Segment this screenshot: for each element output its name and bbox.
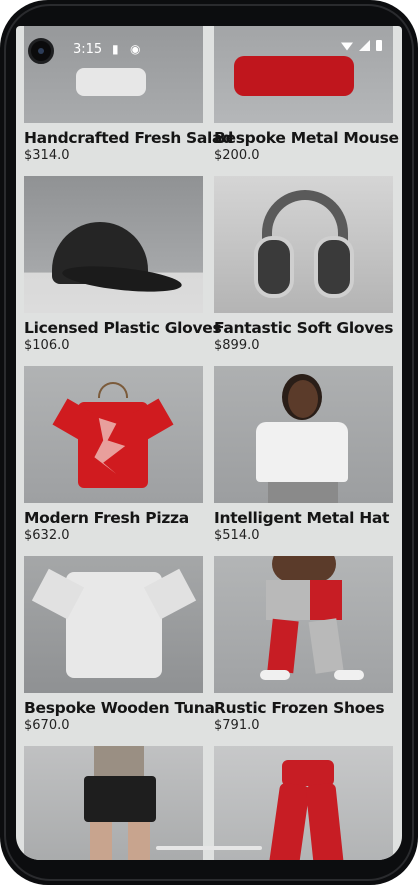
product-price: $670.0 [24, 718, 70, 733]
product-image-joggers[interactable] [214, 556, 393, 693]
product-card[interactable]: Modern Fresh Pizza $632.0 [24, 366, 203, 543]
privacy-eye-icon: ◉ [130, 42, 141, 56]
wifi-icon [341, 42, 353, 51]
product-price: $200.0 [214, 148, 260, 163]
product-price: $632.0 [24, 528, 70, 543]
home-indicator[interactable] [156, 846, 262, 850]
product-name[interactable]: Fantastic Soft Gloves [214, 319, 393, 337]
product-price: $899.0 [214, 338, 260, 353]
signal-icon [359, 40, 370, 51]
product-price: $791.0 [214, 718, 260, 733]
status-time: 3:15 [73, 42, 103, 57]
product-price: $106.0 [24, 338, 70, 353]
product-card[interactable]: Rustic Frozen Shoes $791.0 [214, 556, 393, 733]
product-image-red-tshirt[interactable] [24, 366, 203, 503]
product-card[interactable]: Licensed Plastic Gloves $106.0 [24, 176, 222, 353]
product-price: $514.0 [214, 528, 260, 543]
product-card[interactable] [214, 746, 393, 860]
product-card[interactable]: Bespoke Wooden Tuna $670.0 [24, 556, 215, 733]
product-name[interactable]: Licensed Plastic Gloves [24, 319, 222, 337]
app-screen[interactable]: Handcrafted Fresh Salad $314.0 Bespoke M… [16, 26, 402, 860]
status-icons [341, 40, 382, 51]
status-bar: 3:15 ▮ ◉ [16, 30, 402, 70]
product-image-white-tshirt[interactable] [24, 556, 203, 693]
product-image-model-hat[interactable] [214, 366, 393, 503]
product-card[interactable] [24, 746, 203, 860]
product-name[interactable]: Handcrafted Fresh Salad [24, 129, 233, 147]
product-image-shorts[interactable] [24, 746, 203, 860]
product-card[interactable]: Intelligent Metal Hat $514.0 [214, 366, 393, 543]
sd-card-icon: ▮ [112, 42, 119, 56]
product-name[interactable]: Bespoke Wooden Tuna [24, 699, 215, 717]
product-card[interactable]: Fantastic Soft Gloves $899.0 [214, 176, 393, 353]
battery-icon [376, 40, 382, 51]
product-name[interactable]: Intelligent Metal Hat [214, 509, 393, 527]
product-image-cap[interactable] [24, 176, 203, 313]
product-image-headphones[interactable] [214, 176, 393, 313]
product-price: $314.0 [24, 148, 70, 163]
front-camera [28, 38, 54, 64]
product-name[interactable]: Bespoke Metal Mouse [214, 129, 399, 147]
product-name[interactable]: Rustic Frozen Shoes [214, 699, 393, 717]
product-image-red-joggers[interactable] [214, 746, 393, 860]
product-name[interactable]: Modern Fresh Pizza [24, 509, 203, 527]
